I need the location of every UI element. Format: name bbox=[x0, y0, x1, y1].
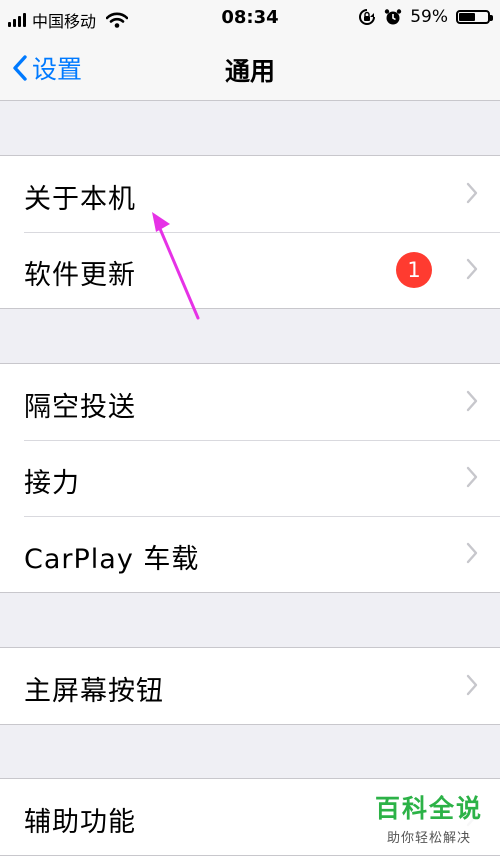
row-label: 隔空投送 bbox=[24, 392, 136, 423]
notification-badge: 1 bbox=[396, 252, 432, 288]
row-label: 辅助功能 bbox=[24, 807, 136, 838]
alarm-icon bbox=[385, 9, 402, 25]
chevron-right-icon bbox=[466, 674, 478, 696]
chevron-right-icon bbox=[466, 390, 478, 412]
settings-group-2: 隔空投送 接力 CarPlay 车载 bbox=[0, 363, 500, 593]
chevron-right-icon bbox=[466, 542, 478, 564]
chevron-right-icon bbox=[466, 182, 478, 204]
row-home-button[interactable]: 主屏幕按钮 bbox=[0, 648, 500, 724]
row-software-update[interactable]: 软件更新 1 bbox=[0, 232, 500, 308]
page-title: 通用 bbox=[224, 57, 275, 86]
row-carplay[interactable]: CarPlay 车载 bbox=[0, 516, 500, 592]
row-label: 软件更新 bbox=[24, 260, 136, 291]
status-right: 59% bbox=[358, 7, 493, 27]
chevron-right-icon bbox=[466, 466, 478, 488]
nav-bar: 设置 通用 bbox=[0, 36, 500, 101]
battery-percent: 59% bbox=[410, 7, 448, 27]
battery-icon bbox=[456, 10, 493, 24]
status-bar: 中国移动 08:34 59% bbox=[0, 0, 500, 36]
row-about[interactable]: 关于本机 bbox=[0, 156, 500, 232]
row-label: 主屏幕按钮 bbox=[24, 676, 164, 707]
settings-group-3: 主屏幕按钮 bbox=[0, 647, 500, 725]
row-label: CarPlay 车载 bbox=[24, 544, 200, 575]
row-handoff[interactable]: 接力 bbox=[0, 440, 500, 516]
settings-group-1: 关于本机 软件更新 1 bbox=[0, 155, 500, 309]
row-label: 接力 bbox=[24, 468, 80, 499]
annotation-arrow-icon bbox=[152, 212, 200, 320]
row-airdrop[interactable]: 隔空投送 bbox=[0, 364, 500, 440]
watermark: 百科全说 助你轻松解决 bbox=[364, 789, 494, 846]
watermark-subtitle: 助你轻松解决 bbox=[386, 831, 471, 846]
rotation-lock-icon bbox=[359, 9, 376, 25]
chevron-right-icon bbox=[466, 258, 478, 280]
watermark-title: 百科全说 bbox=[374, 794, 483, 823]
row-label: 关于本机 bbox=[24, 184, 136, 215]
